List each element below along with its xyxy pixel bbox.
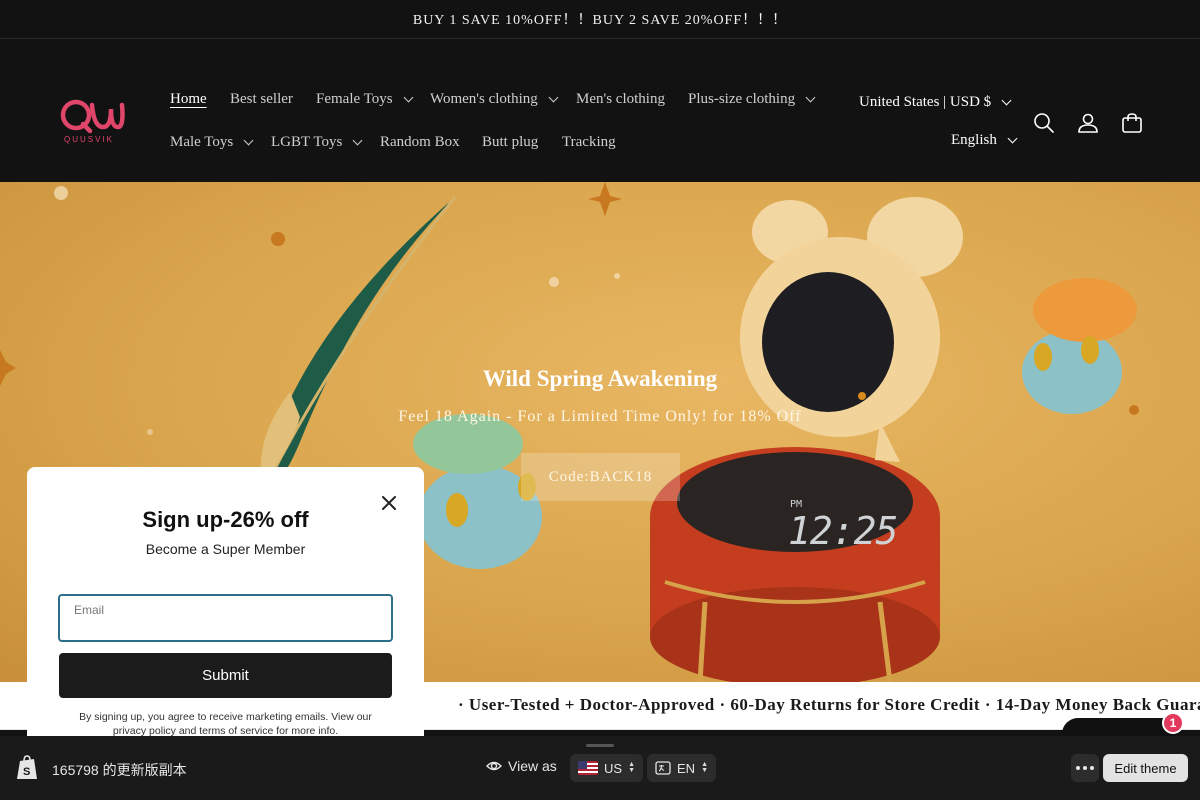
notification-badge: 1 [1162, 712, 1184, 734]
language-picker[interactable]: EN ▲ ▼ [647, 754, 716, 782]
nav-womens-clothing[interactable]: Women's clothing [430, 91, 559, 108]
legal-text: By signing up, you agree to receive mark… [79, 711, 372, 737]
translate-icon [655, 761, 671, 775]
chevron-down-icon [805, 92, 816, 103]
nav-label: Female Toys [316, 91, 393, 107]
signup-popup: Sign up-26% off Become a Super Member Em… [27, 467, 424, 757]
country-code: US [604, 760, 623, 776]
nav-label: LGBT Toys [271, 134, 343, 150]
country-label: United States | USD $ [859, 94, 992, 110]
announcement-text: BUY 1 SAVE 10%OFF！！BUY 2 SAVE 20%OFF！！！ [412, 13, 788, 28]
clock-time: 12:25 [788, 509, 898, 553]
view-as-label: View as [486, 758, 557, 774]
svg-text:S: S [23, 766, 30, 778]
nav-best-seller[interactable]: Best seller [230, 91, 293, 108]
popup-title: Sign up-26% off [142, 507, 309, 532]
language-label: English [951, 132, 997, 148]
nav-label: Male Toys [170, 134, 234, 150]
up-down-chevron-icon: ▲ ▼ [628, 761, 635, 774]
account-icon[interactable] [1076, 111, 1100, 135]
announcement-bar: BUY 1 SAVE 10%OFF！！BUY 2 SAVE 20%OFF！！！ [0, 0, 1200, 39]
edit-theme-button[interactable]: Edit theme [1103, 754, 1188, 782]
theme-preview-bar: S 165798 的更新版副本 View as US ▲ ▼ EN ▲ ▼ Edit… [0, 736, 1200, 800]
theme-name: 165798 的更新版副本 [52, 762, 187, 778]
chevron-down-icon [1007, 133, 1018, 144]
nav-label: Random Box [380, 134, 460, 150]
submit-button[interactable]: Submit [59, 653, 392, 698]
nav-tracking[interactable]: Tracking [562, 134, 616, 151]
nav-label: Butt plug [482, 134, 539, 150]
language-selector[interactable]: English [951, 132, 1018, 149]
logo-mark-icon [60, 99, 125, 134]
nav-butt-plug[interactable]: Butt plug [482, 134, 538, 151]
nav-mens-clothing[interactable]: Men's clothing [576, 91, 665, 108]
cart-icon[interactable] [1120, 111, 1144, 135]
nav-label: Tracking [562, 134, 616, 150]
hero-subtitle: Feel 18 Again - For a Limited Time Only!… [398, 408, 802, 425]
site-header: QUUSVIK Home Best seller Female Toys Wom… [0, 39, 1200, 182]
chevron-down-icon [548, 92, 559, 103]
nav-male-toys[interactable]: Male Toys [170, 134, 254, 151]
logo[interactable]: QUUSVIK [56, 97, 126, 149]
country-selector[interactable]: United States | USD $ [859, 94, 1012, 111]
hero-title: Wild Spring Awakening [482, 366, 718, 391]
popup-subtitle: Become a Super Member [145, 541, 306, 557]
language-code: EN [677, 760, 696, 776]
chevron-down-icon [352, 135, 363, 146]
email-input[interactable] [60, 596, 391, 640]
dot-icon [1090, 766, 1094, 770]
drag-handle[interactable] [586, 744, 614, 747]
nav-home[interactable]: Home [170, 91, 207, 108]
chevron-down-icon [243, 135, 254, 146]
up-down-chevron-icon: ▲ ▼ [701, 761, 708, 774]
email-field[interactable]: Email [58, 594, 393, 642]
chevron-down-icon [1001, 95, 1012, 106]
view-as-text: View as [508, 758, 557, 774]
search-icon[interactable] [1032, 111, 1056, 135]
shopify-icon: S [16, 755, 38, 781]
dot-icon [1083, 766, 1087, 770]
nav-plus-size-clothing[interactable]: Plus-size clothing [688, 91, 816, 108]
nav-label: Best seller [230, 91, 293, 107]
nav-label: Plus-size clothing [688, 91, 796, 107]
us-flag-icon [578, 761, 598, 775]
nav-label: Home [170, 91, 207, 107]
nav-female-toys[interactable]: Female Toys [316, 91, 414, 108]
country-picker[interactable]: US ▲ ▼ [570, 754, 643, 782]
dot-icon [1076, 766, 1080, 770]
nav-label: Women's clothing [430, 91, 538, 107]
nav-lgbt-toys[interactable]: LGBT Toys [271, 134, 363, 151]
more-options-button[interactable] [1071, 754, 1099, 782]
chevron-down-icon [403, 92, 414, 103]
promo-code-button[interactable]: Code:BACK18 [521, 453, 680, 501]
eye-icon [486, 761, 502, 771]
marquee-text: · User-Tested + Doctor-Approved · 60-Day… [458, 695, 1200, 714]
logo-wordmark: QUUSVIK [63, 135, 114, 144]
email-label: Email [74, 603, 105, 617]
nav-label: Men's clothing [576, 91, 665, 107]
nav-random-box[interactable]: Random Box [380, 134, 460, 151]
